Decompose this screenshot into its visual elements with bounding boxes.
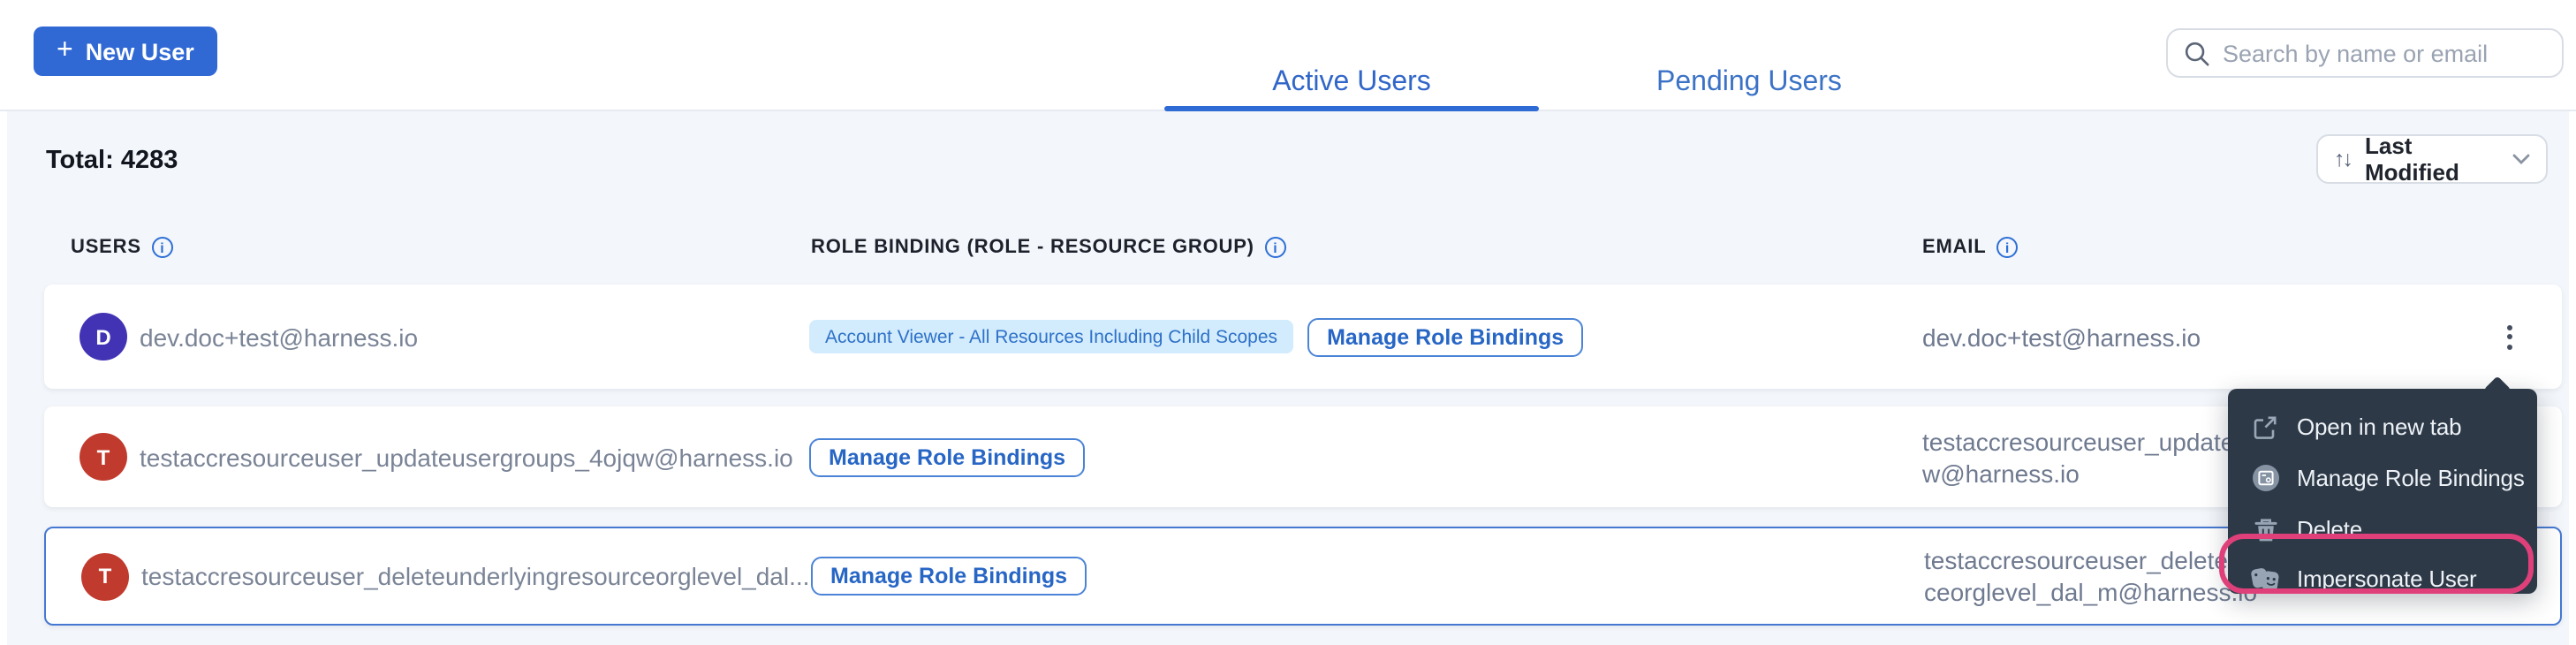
trash-icon (2254, 517, 2277, 542)
active-tab-underline (1164, 106, 1539, 111)
search-icon (2184, 40, 2210, 66)
role-binding-cell: Manage Role Bindings (811, 557, 1087, 596)
role-binding-cell: Account Viewer - All Resources Including… (809, 317, 1583, 356)
email-cell: testaccresourceuser_deleteu ceorglevel_d… (1924, 544, 2257, 608)
role-bindings-icon (2252, 465, 2278, 491)
user-name: testaccresourceuser_deleteunderlyingreso… (141, 562, 809, 590)
row-options-menu-icon[interactable] (2496, 319, 2521, 354)
column-header-users-label: USERS (71, 237, 141, 258)
tab-pending-users[interactable]: Pending Users (1599, 58, 1899, 106)
info-icon[interactable] (152, 237, 173, 258)
table-row[interactable]: T testaccresourceuser_updateusergroups_4… (44, 406, 2562, 507)
manage-role-bindings-button[interactable]: Manage Role Bindings (811, 557, 1087, 596)
role-binding-tag: Account Viewer - All Resources Including… (809, 320, 1293, 353)
menu-item-label: Delete (2297, 516, 2362, 543)
manage-role-bindings-button[interactable]: Manage Role Bindings (809, 437, 1085, 476)
sort-label: Last Modified (2365, 133, 2512, 186)
sort-dropdown[interactable]: ↑↓ Last Modified (2316, 134, 2548, 184)
total-count-label: Total: 4283 (46, 147, 178, 175)
table-row-selected[interactable]: T testaccresourceuser_deleteunderlyingre… (44, 527, 2562, 626)
user-management-page: + New User Active Users Pending Users To… (0, 0, 2576, 645)
chevron-down-icon (2512, 154, 2530, 164)
manage-role-bindings-button[interactable]: Manage Role Bindings (1307, 317, 1583, 356)
sort-arrows-icon: ↑↓ (2334, 147, 2351, 171)
avatar: D (80, 313, 127, 360)
menu-item-manage-role-bindings[interactable]: Manage Role Bindings (2228, 452, 2537, 504)
column-header-email: EMAIL (1922, 237, 2018, 258)
email-cell: testaccresourceuser_updateu w@harness.io (1922, 425, 2248, 489)
external-link-icon (2253, 414, 2277, 439)
plus-icon: + (57, 37, 73, 65)
column-header-role-binding: ROLE BINDING (ROLE - RESOURCE GROUP) (811, 237, 1286, 258)
row-context-menu: Open in new tab Manage Role Bindings (2228, 389, 2537, 594)
menu-item-open-in-new-tab[interactable]: Open in new tab (2228, 401, 2537, 452)
info-icon[interactable] (1265, 237, 1286, 258)
new-user-button[interactable]: + New User (34, 27, 217, 76)
user-name: testaccresourceuser_updateusergroups_4oj… (140, 443, 793, 471)
column-header-email-label: EMAIL (1922, 237, 1986, 258)
menu-item-label: Impersonate User (2297, 565, 2476, 592)
email-line: dev.doc+test@harness.io (1922, 321, 2201, 353)
column-header-users: USERS (71, 237, 173, 258)
menu-item-impersonate-user[interactable]: Impersonate User (2228, 555, 2537, 603)
email-line: testaccresourceuser_deleteu (1924, 544, 2257, 576)
column-header-role-binding-label: ROLE BINDING (ROLE - RESOURCE GROUP) (811, 237, 1254, 258)
search-box[interactable] (2166, 28, 2564, 78)
page-header: + New User Active Users Pending Users (0, 0, 2576, 111)
tab-active-users[interactable]: Active Users (1164, 58, 1539, 106)
email-line: testaccresourceuser_updateu (1922, 425, 2248, 457)
menu-item-label: Open in new tab (2297, 414, 2461, 440)
user-name: dev.doc+test@harness.io (140, 322, 418, 351)
table-row[interactable]: D dev.doc+test@harness.io Account Viewer… (44, 285, 2562, 389)
search-input[interactable] (2223, 40, 2546, 66)
email-cell: dev.doc+test@harness.io (1922, 321, 2201, 353)
email-line: ceorglevel_dal_m@harness.io (1924, 576, 2257, 608)
new-user-button-label: New User (86, 38, 194, 64)
email-line: w@harness.io (1922, 457, 2248, 489)
masks-icon (2251, 566, 2279, 591)
role-binding-cell: Manage Role Bindings (809, 437, 1085, 476)
menu-item-label: Manage Role Bindings (2297, 465, 2525, 491)
menu-item-delete[interactable]: Delete (2228, 504, 2537, 555)
avatar: T (80, 433, 127, 481)
info-icon[interactable] (1996, 237, 2018, 258)
avatar: T (81, 552, 129, 600)
